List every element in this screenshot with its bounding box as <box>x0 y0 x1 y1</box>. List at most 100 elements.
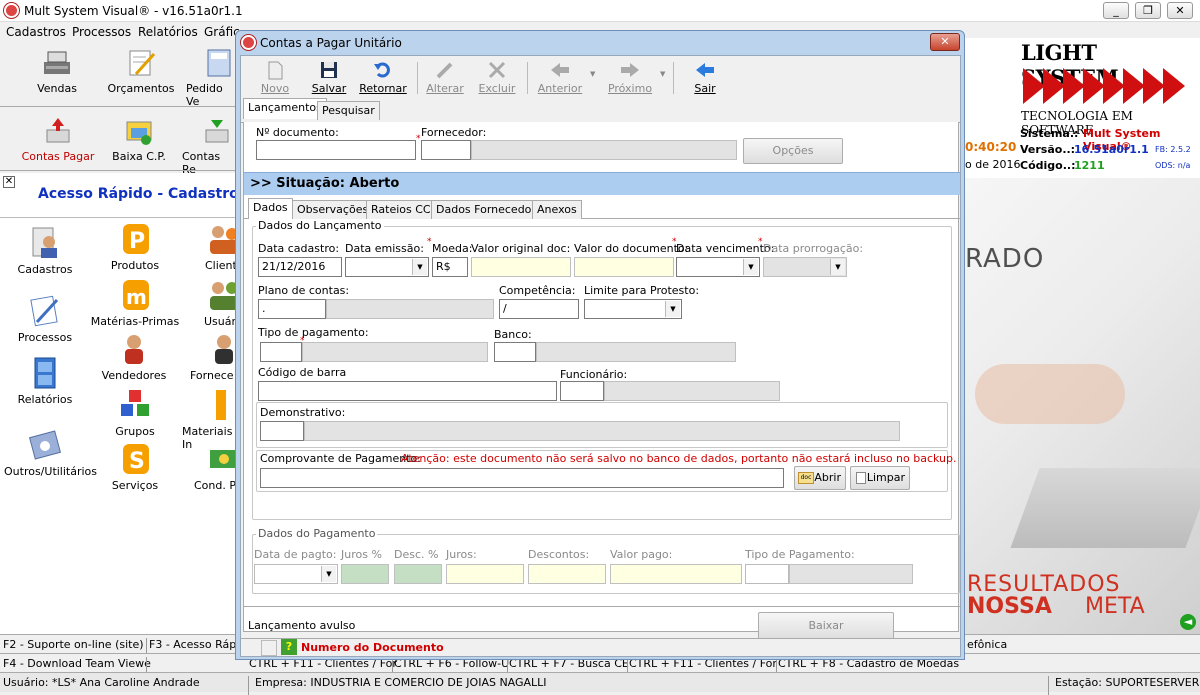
anterior-dropdown-icon[interactable]: ▼ <box>590 70 595 78</box>
required-marker: * <box>758 237 763 247</box>
contas-pagar-button[interactable]: Contas Pagar <box>20 116 96 163</box>
side-relatorios[interactable]: Relatórios <box>12 356 78 406</box>
abrir-button[interactable]: doc Abrir <box>794 466 846 490</box>
menu-relatorios[interactable]: Relatórios <box>138 25 198 39</box>
valor-pago-input[interactable] <box>610 564 742 584</box>
sair-button[interactable]: Sair <box>687 60 723 95</box>
excluir-button[interactable]: Excluir <box>477 60 517 95</box>
dropdown-arrow-icon[interactable]: ▼ <box>830 259 845 275</box>
alterar-button[interactable]: Alterar <box>425 60 465 95</box>
data-vencimento-input[interactable]: ▼ <box>676 257 760 277</box>
salvar-button[interactable]: Salvar <box>309 60 349 95</box>
sair-label: Sair <box>694 82 716 95</box>
quick-usuarios[interactable]: Usuári <box>196 278 236 328</box>
dialog-close-button[interactable]: ✕ <box>930 33 960 51</box>
shortcut-telefonica[interactable]: efônica <box>967 638 1007 651</box>
orcamentos-button[interactable]: Orçamentos <box>106 48 176 95</box>
users-icon <box>210 282 236 310</box>
anterior-button[interactable]: Anterior <box>537 60 583 95</box>
comprovante-path-input[interactable] <box>260 468 784 488</box>
novo-button[interactable]: Novo <box>257 60 293 95</box>
quick-clientes[interactable]: Cliente <box>196 222 236 272</box>
brand-panel: LIGHT SYSTEM TECNOLOGIA EM SOFTWARE Sist… <box>965 38 1200 178</box>
restore-button[interactable]: ❐ <box>1135 2 1161 19</box>
dialog-status-bar: ? Numero do Documento <box>241 638 960 656</box>
subtab-dados[interactable]: Dados <box>248 198 293 219</box>
toolbar-separator <box>417 62 418 94</box>
competencia-input[interactable]: / <box>499 299 579 319</box>
retornar-label: Retornar <box>359 82 407 95</box>
quick-produtos[interactable]: P Produtos <box>100 222 170 272</box>
side-processos[interactable]: Processos <box>12 294 78 344</box>
contas-receber-button[interactable]: Contas Re <box>182 116 236 176</box>
juros-input[interactable] <box>446 564 524 584</box>
data-pagto-input[interactable]: ▼ <box>254 564 338 584</box>
brand-arrow-icon <box>1103 68 1125 104</box>
quick-cond-pagto[interactable]: Cond. P <box>194 442 236 492</box>
funcionario-code-input[interactable] <box>560 381 604 401</box>
quick-fornecedores[interactable]: Fornece <box>190 332 236 382</box>
vendas-button[interactable]: Vendas <box>28 48 86 95</box>
help-icon[interactable]: ? <box>281 639 297 655</box>
menu-processos[interactable]: Processos <box>72 25 131 39</box>
pedido-venda-label: Pedido Ve <box>186 82 223 108</box>
data-cadastro-input[interactable]: 21/12/2016 <box>258 257 342 277</box>
baixa-cp-button[interactable]: Baixa C.P. <box>108 116 170 163</box>
dropdown-arrow-icon[interactable]: ▼ <box>743 259 758 275</box>
codigo-barra-input[interactable] <box>258 381 557 401</box>
pedido-venda-button[interactable]: Pedido Ve <box>186 48 236 108</box>
opcoes-button[interactable]: Opções <box>743 138 843 164</box>
dropdown-arrow-icon[interactable]: ▼ <box>321 566 336 582</box>
demonstrativo-code-input[interactable] <box>260 421 304 441</box>
tab-lancamentos[interactable]: Lançamentos <box>243 98 327 119</box>
tipo-pagamento-code-input[interactable] <box>745 564 789 584</box>
data-pagto-label: Data de pagto: <box>254 548 337 561</box>
subtab-rateios[interactable]: Rateios CC <box>366 200 436 219</box>
descontos-input[interactable] <box>528 564 606 584</box>
limite-protesto-select[interactable]: ▼ <box>584 299 682 319</box>
tipo-pag-code-input[interactable] <box>260 342 302 362</box>
shortcut-f4[interactable]: F4 - Download Team Viewe <box>3 657 151 670</box>
tab-pesquisar[interactable]: Pesquisar <box>317 101 380 120</box>
banco-code-input[interactable] <box>494 342 536 362</box>
minimize-button[interactable]: _ <box>1103 2 1129 19</box>
tipo-pag-name-field <box>302 342 488 362</box>
baixar-button[interactable]: Baixar <box>758 612 894 640</box>
data-prorrogacao-input[interactable]: ▼ <box>763 257 847 277</box>
quick-materias-label: Matérias-Primas <box>90 315 180 328</box>
data-emissao-input[interactable]: ▼ <box>345 257 429 277</box>
shortcut-f3[interactable]: F3 - Acesso Rápi <box>149 638 239 651</box>
fornecedor-code-input[interactable] <box>421 140 471 160</box>
limpar-button[interactable]: Limpar <box>850 466 910 490</box>
limpar-label: Limpar <box>866 471 905 484</box>
valor-documento-input[interactable] <box>574 257 674 277</box>
quick-vendedores-label: Vendedores <box>101 369 167 382</box>
valor-original-input[interactable] <box>471 257 571 277</box>
retornar-button[interactable]: Retornar <box>359 60 407 95</box>
close-panel-icon[interactable]: ✕ <box>3 176 15 188</box>
quick-materias-primas[interactable]: m Matérias-Primas <box>88 278 182 328</box>
subtab-dados-fornecedor[interactable]: Dados Fornecedor <box>431 200 541 219</box>
data-emissao-label: Data emissão: <box>345 242 424 255</box>
dropdown-arrow-icon[interactable]: ▼ <box>665 301 680 317</box>
back-arrow-icon[interactable]: ◄ <box>1180 614 1196 630</box>
quick-grupos[interactable]: Grupos <box>100 388 170 438</box>
juros-label: Juros: <box>446 548 477 561</box>
quick-vendedores[interactable]: Vendedores <box>96 332 172 382</box>
proximo-button[interactable]: Próximo <box>607 60 653 95</box>
juros-pct-input[interactable] <box>341 564 389 584</box>
proximo-dropdown-icon[interactable]: ▼ <box>660 70 665 78</box>
plano-code-input[interactable]: . <box>258 299 326 319</box>
side-outros[interactable]: Outros/Utilitários <box>4 428 97 478</box>
subtab-observacoes[interactable]: Observações <box>292 200 374 219</box>
side-cadastros[interactable]: Cadastros <box>12 226 78 276</box>
shortcut-f2[interactable]: F2 - Suporte on-line (site) <box>3 638 144 651</box>
desc-pct-input[interactable] <box>394 564 442 584</box>
menu-cadastros[interactable]: Cadastros <box>6 25 66 39</box>
close-main-button[interactable]: ✕ <box>1167 2 1193 19</box>
dropdown-arrow-icon[interactable]: ▼ <box>412 259 427 275</box>
moeda-input[interactable]: R$ <box>432 257 468 277</box>
subtab-anexos[interactable]: Anexos <box>532 200 582 219</box>
doc-number-input[interactable] <box>256 140 416 160</box>
quick-servicos[interactable]: S Serviços <box>100 442 170 492</box>
